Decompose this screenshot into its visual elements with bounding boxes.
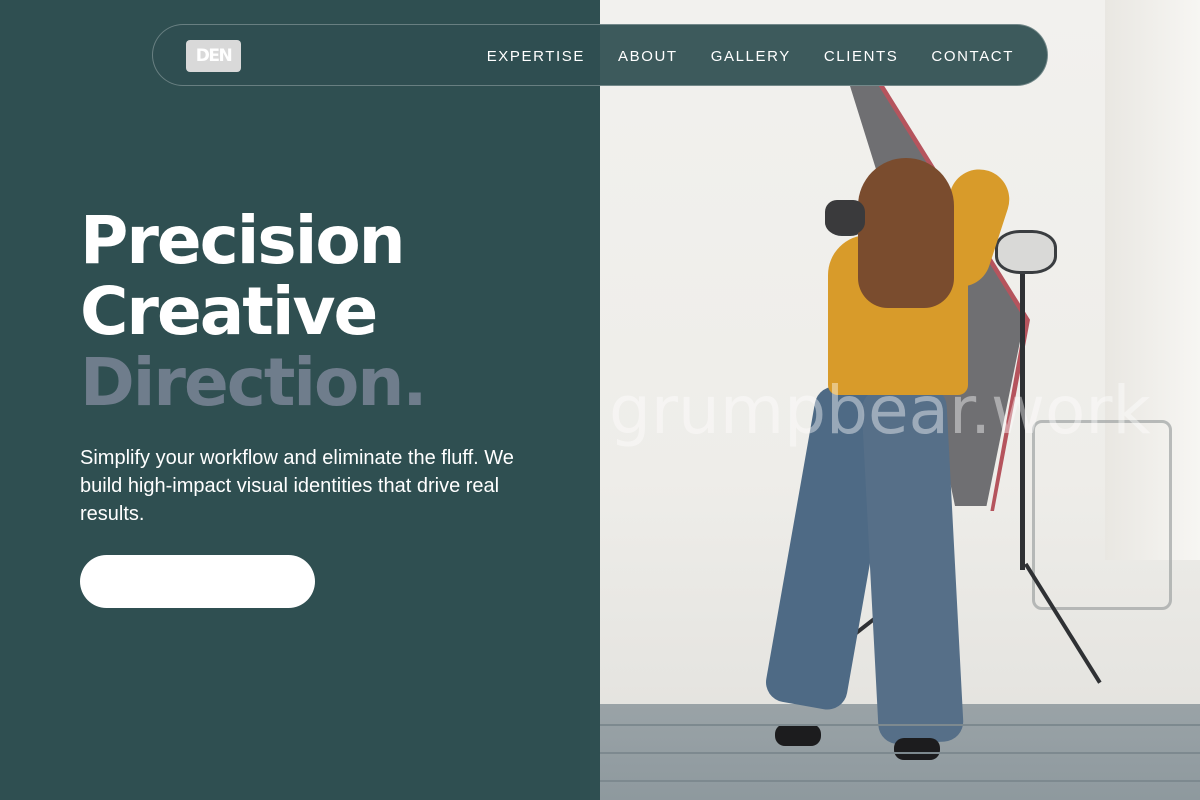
floor-plank (600, 752, 1200, 754)
hero-title-line3: Direction (80, 344, 404, 421)
top-navigation: DEN EXPERTISE ABOUT GALLERY CLIENTS CONT… (152, 24, 1048, 86)
nav-links: EXPERTISE ABOUT GALLERY CLIENTS CONTACT (487, 25, 1014, 87)
person-hair (858, 158, 954, 308)
cta-button[interactable] (80, 555, 315, 608)
floor-plank (600, 780, 1200, 782)
watermark: grumpbear.work (609, 372, 1151, 449)
hero-subtitle: Simplify your workflow and eliminate the… (80, 447, 514, 525)
brand-logo[interactable]: DEN (186, 40, 241, 72)
nav-clients[interactable]: CLIENTS (824, 48, 899, 65)
hero-title: Precision Creative Direction. (80, 202, 427, 421)
nav-contact[interactable]: CONTACT (931, 48, 1014, 65)
nav-gallery[interactable]: GALLERY (711, 48, 791, 65)
hero-title-dot: . (402, 344, 427, 421)
hero-panel: Precision Creative Direction. Simplify y… (0, 0, 600, 800)
floor-plank (600, 724, 1200, 726)
person-shoe-right (894, 738, 940, 760)
nav-about[interactable]: ABOUT (618, 48, 678, 65)
person-shoe-left (775, 724, 821, 746)
nav-expertise[interactable]: EXPERTISE (487, 48, 585, 65)
studio-light-right (995, 230, 1057, 274)
hero-title-line1: Precision (80, 202, 406, 279)
hero-photo: grumpbear.work (600, 0, 1200, 800)
hero-title-line2: Creative (80, 273, 378, 350)
camera (825, 200, 865, 234)
